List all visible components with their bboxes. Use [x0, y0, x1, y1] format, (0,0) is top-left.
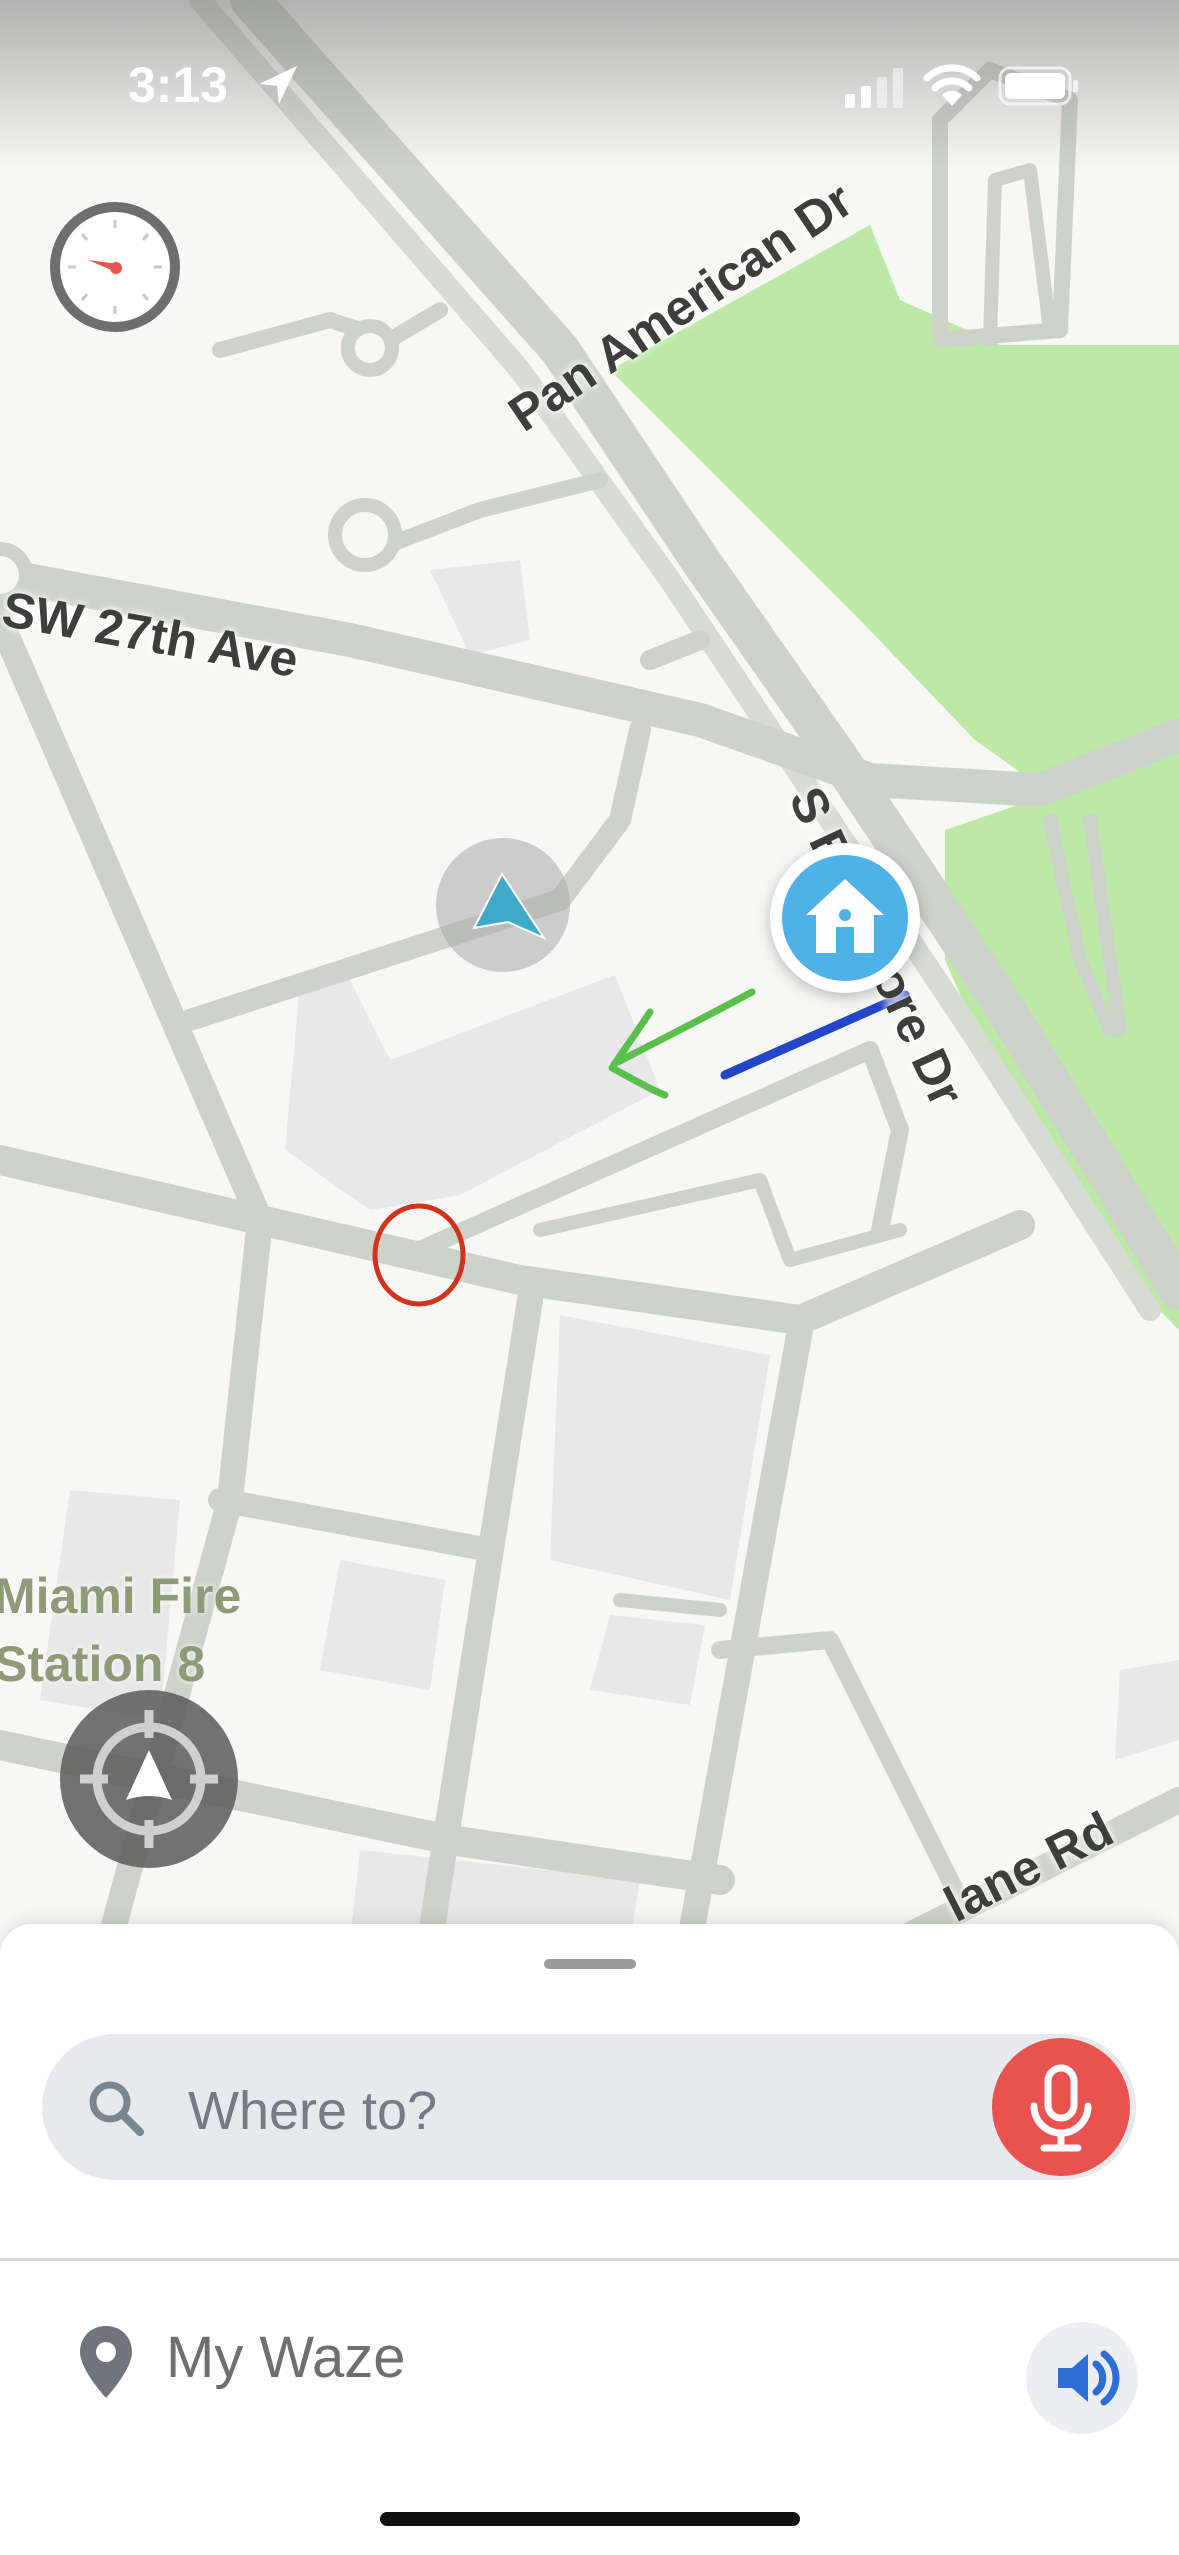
search-icon [89, 2081, 144, 2136]
speedometer-button[interactable] [48, 200, 182, 334]
home-marker[interactable] [770, 843, 920, 993]
roundabout [341, 319, 399, 377]
user-location-marker [436, 838, 570, 972]
sound-settings-button[interactable] [1026, 2322, 1138, 2434]
wifi-icon [923, 64, 981, 106]
battery-icon [998, 66, 1078, 106]
speedometer-icon [50, 202, 180, 332]
home-indicator[interactable] [380, 2512, 800, 2526]
recenter-button[interactable] [60, 1690, 238, 1868]
status-bar: 3:13 [0, 0, 1179, 170]
sound-icon [1058, 2350, 1120, 2406]
home-icon [782, 855, 908, 981]
my-waze-label: My Waze [166, 2325, 406, 2390]
poi-label-fire-station[interactable]: Miami Fire Station 8 [0, 1562, 294, 1698]
building [590, 1615, 705, 1705]
microphone-icon [1030, 2064, 1092, 2152]
building [320, 1560, 445, 1690]
location-arrow-icon [259, 66, 297, 104]
location-pin-icon [80, 2326, 132, 2398]
sheet-grabber[interactable] [544, 1959, 636, 1969]
roundabout [328, 498, 402, 572]
my-waze-row[interactable]: My Waze [0, 2262, 1179, 2452]
user-location-icon [472, 872, 547, 941]
recenter-icon [80, 1710, 218, 1848]
cellular-signal-icon [845, 68, 903, 108]
bottom-sheet[interactable]: Where to? My Waze [0, 1924, 1179, 2555]
sheet-divider [0, 2258, 1179, 2261]
voice-search-button[interactable] [992, 2038, 1130, 2176]
search-bar[interactable]: Where to? [42, 2034, 1136, 2180]
status-time: 3:13 [128, 57, 229, 113]
road-side [613, 1593, 727, 1617]
search-placeholder: Where to? [188, 2081, 438, 2141]
